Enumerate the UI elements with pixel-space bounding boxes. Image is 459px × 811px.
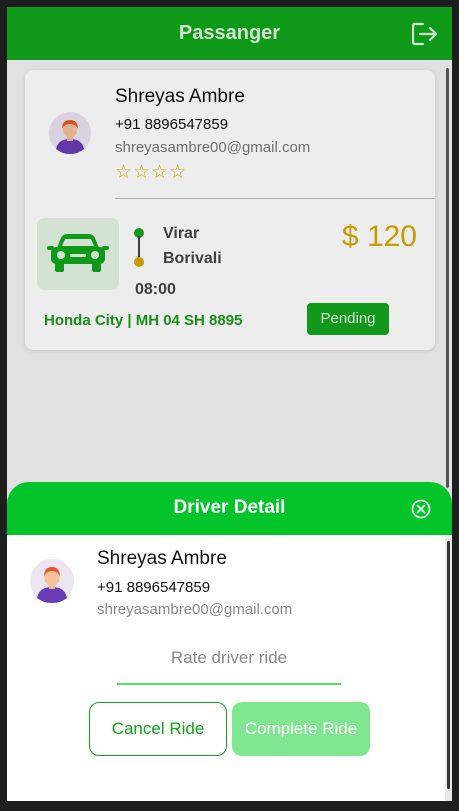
driver-name: Shreyas Ambre [97,548,227,569]
driver-detail-sheet: Driver Detail Shreyas Ambre +91 88965478… [7,482,452,801]
driver-email: shreyasambre00@gmail.com [97,601,293,618]
close-circle-icon[interactable] [411,499,431,519]
driver-phone: +91 8896547859 [97,579,211,596]
cancel-ride-button[interactable]: Cancel Ride [89,702,227,756]
sheet-scrollbar[interactable] [445,535,452,801]
sheet-title: Driver Detail [173,497,286,518]
sheet-header: Driver Detail [7,482,452,535]
app-frame: Passanger Shreyas Ambre +91 8896547859 s… [7,7,452,801]
driver-avatar [30,559,74,603]
complete-ride-button[interactable]: Complete Ride [232,702,370,756]
sheet-scrollbar-thumb[interactable] [447,541,450,789]
rate-driver-input[interactable] [117,632,341,685]
